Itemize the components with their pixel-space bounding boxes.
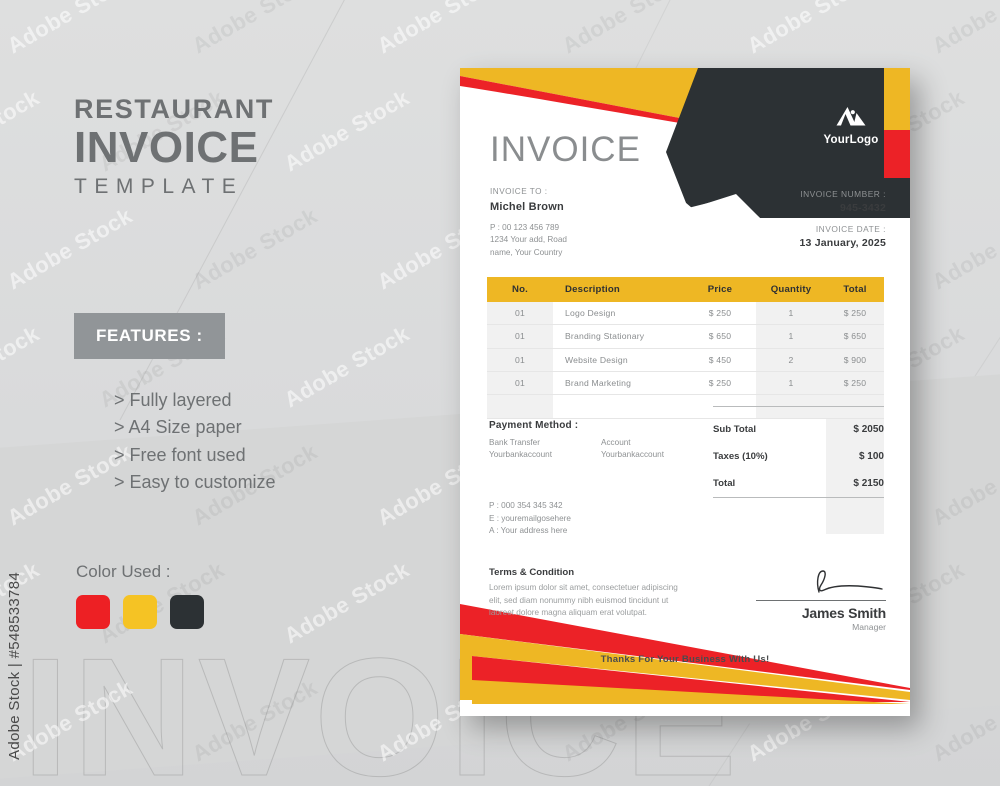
totals-label: Total xyxy=(713,477,736,489)
signature-block: James Smith Manager xyxy=(756,566,886,632)
invoice-date-label: INVOICE DATE : xyxy=(815,224,886,235)
table-column-header: Quantity xyxy=(770,284,812,295)
color-swatch xyxy=(76,595,110,629)
terms-title: Terms & Condition xyxy=(489,567,575,578)
company-logo: YourLogo xyxy=(815,106,887,146)
invoice-meta-block: INVOICE NUMBER : 945-3432 INVOICE DATE :… xyxy=(800,188,886,249)
table-cell-no: 01 xyxy=(515,308,525,319)
screenshot-canvas: INVOICE Adobe Stock Adobe Stock Adobe Stoc… xyxy=(0,0,1000,786)
features-list: > Fully layered > A4 Size paper > Free fon… xyxy=(74,387,276,496)
contact-phone: P : 000 354 345 342 xyxy=(489,501,563,510)
contact-email: E : youremailgosehere xyxy=(489,513,571,523)
payment-account-line2: Yourbankaccount xyxy=(601,450,664,460)
payment-bank-line2: Yourbankaccount xyxy=(489,450,552,460)
headline-invoice: INVOICE xyxy=(74,123,259,172)
terms-block: Terms & Condition Lorem ipsum dolor sit … xyxy=(489,567,689,620)
payment-method-title: Payment Method : xyxy=(489,420,579,431)
payment-bank-line1: Bank Transfer xyxy=(489,438,540,447)
invoice-date-value: 13 January, 2025 xyxy=(799,237,886,250)
invoice-title: INVOICE xyxy=(490,130,641,169)
bill-to-label: INVOICE TO : xyxy=(490,187,548,196)
totals-block: Sub Total $ 2050 Taxes (10%) $ 100 Total $ 21… xyxy=(713,406,884,498)
totals-row: Taxes (10%) $ 100 xyxy=(713,445,884,467)
table-cell-no: 01 xyxy=(515,331,525,342)
features-heading: FEATURES : xyxy=(74,313,225,359)
table-cell-no: 01 xyxy=(515,378,525,389)
table-cell-no: 01 xyxy=(515,354,525,365)
line-items-table: No. Description Price Quantity Total 01 Logo … xyxy=(487,277,884,535)
totals-label: Sub Total xyxy=(713,423,756,435)
table-cell-quantity: 1 xyxy=(788,308,794,319)
table-cell-quantity: 1 xyxy=(788,378,794,389)
table-header-row: No. Description Price Quantity Total xyxy=(487,277,884,302)
totals-value: $ 2150 xyxy=(853,477,884,489)
payment-account-line1: Account xyxy=(601,438,631,447)
payment-col-bank: Bank Transfer Yourbankaccount xyxy=(489,437,601,462)
payment-col-account: Account Yourbankaccount xyxy=(601,437,664,462)
feature-item: > Free font used xyxy=(114,444,246,465)
table-row: 01 Brand Marketing $ 250 1 $ 250 xyxy=(487,372,884,396)
totals-label: Taxes (10%) xyxy=(713,450,768,462)
table-row: 01 Branding Stationary $ 650 1 $ 650 xyxy=(487,325,884,349)
stock-attribution: Adobe Stock | #548533784 xyxy=(6,572,23,760)
headline-template: TEMPLATE xyxy=(74,175,244,199)
table-column-header: No. xyxy=(511,284,529,295)
table-column-header: Price xyxy=(707,284,733,295)
table-column-header: Description xyxy=(565,284,620,295)
signature-name: James Smith xyxy=(801,605,886,622)
bill-to-address-1: 1234 Your add, Road xyxy=(490,235,567,245)
bill-to-phone: P : 00 123 456 789 xyxy=(490,222,560,232)
terms-body: Lorem ipsum dolor sit amet, consectetuer… xyxy=(489,583,678,618)
feature-item: > Easy to customize xyxy=(114,472,276,493)
table-cell-total: $ 900 xyxy=(843,354,867,365)
totals-value: $ 2050 xyxy=(853,423,884,435)
triangle-a-logo-icon xyxy=(836,107,866,126)
table-cell-total: $ 250 xyxy=(843,378,867,389)
table-cell-description: Website Design xyxy=(565,354,628,365)
table-body: 01 Logo Design $ 250 1 $ 250 01 Branding Stati… xyxy=(487,302,884,535)
contact-block: P : 000 354 345 342 E : youremailgoseher… xyxy=(489,500,571,538)
payment-method-block: Payment Method : Bank Transfer Yourbanka… xyxy=(489,420,709,462)
color-swatch xyxy=(170,595,204,629)
table-cell-total: $ 650 xyxy=(843,331,867,342)
signature-icon xyxy=(816,570,883,593)
left-info-panel: RESTAURANT INVOICE TEMPLATE xyxy=(74,96,404,199)
totals-row: Sub Total $ 2050 xyxy=(713,418,884,440)
color-swatch-group xyxy=(76,595,204,629)
invoice-number-label: INVOICE NUMBER : xyxy=(800,189,886,199)
bill-to-name: Michel Brown xyxy=(490,200,564,213)
feature-item: > A4 Size paper xyxy=(114,417,242,438)
table-row: 01 Website Design $ 450 2 $ 900 xyxy=(487,349,884,372)
totals-value: $ 100 xyxy=(858,450,884,462)
signature-rule xyxy=(756,600,886,602)
invoice-sheet: INVOICE YourLogo INVOICE TO : Michel Bro… xyxy=(460,68,910,716)
table-cell-total: $ 250 xyxy=(843,308,867,319)
bill-to-block: INVOICE TO : Michel Brown P : 00 123 456… xyxy=(490,186,567,259)
invoice-number-value: 945-3432 xyxy=(840,202,886,215)
totals-bottom-rule xyxy=(713,497,884,498)
contact-address: A : Your address here xyxy=(489,526,568,536)
table-column-header: Total xyxy=(843,284,867,295)
signature-role: Manager xyxy=(852,622,886,633)
table-cell-price: $ 250 xyxy=(708,378,732,389)
totals-row: Total $ 2150 xyxy=(713,472,884,494)
table-cell-description: Brand Marketing xyxy=(565,378,632,389)
table-cell-quantity: 1 xyxy=(788,331,794,342)
logo-text: YourLogo xyxy=(823,134,879,146)
table-cell-price: $ 650 xyxy=(708,331,732,342)
bill-to-address-2: name, Your Country xyxy=(490,247,563,257)
feature-item: > Fully layered xyxy=(114,390,232,410)
table-cell-price: $ 450 xyxy=(708,354,732,365)
footer-thanks-note: Thanks For Your Business With Us! xyxy=(600,654,770,665)
table-cell-quantity: 2 xyxy=(788,354,794,365)
table-row: 01 Logo Design $ 250 1 $ 250 xyxy=(487,302,884,326)
table-cell-description: Branding Stationary xyxy=(565,331,645,342)
headline-restaurant: RESTAURANT xyxy=(74,94,274,124)
color-swatch xyxy=(123,595,157,629)
table-cell-price: $ 250 xyxy=(708,308,732,319)
color-used-label: Color Used : xyxy=(76,562,171,581)
table-cell-description: Logo Design xyxy=(565,308,616,319)
